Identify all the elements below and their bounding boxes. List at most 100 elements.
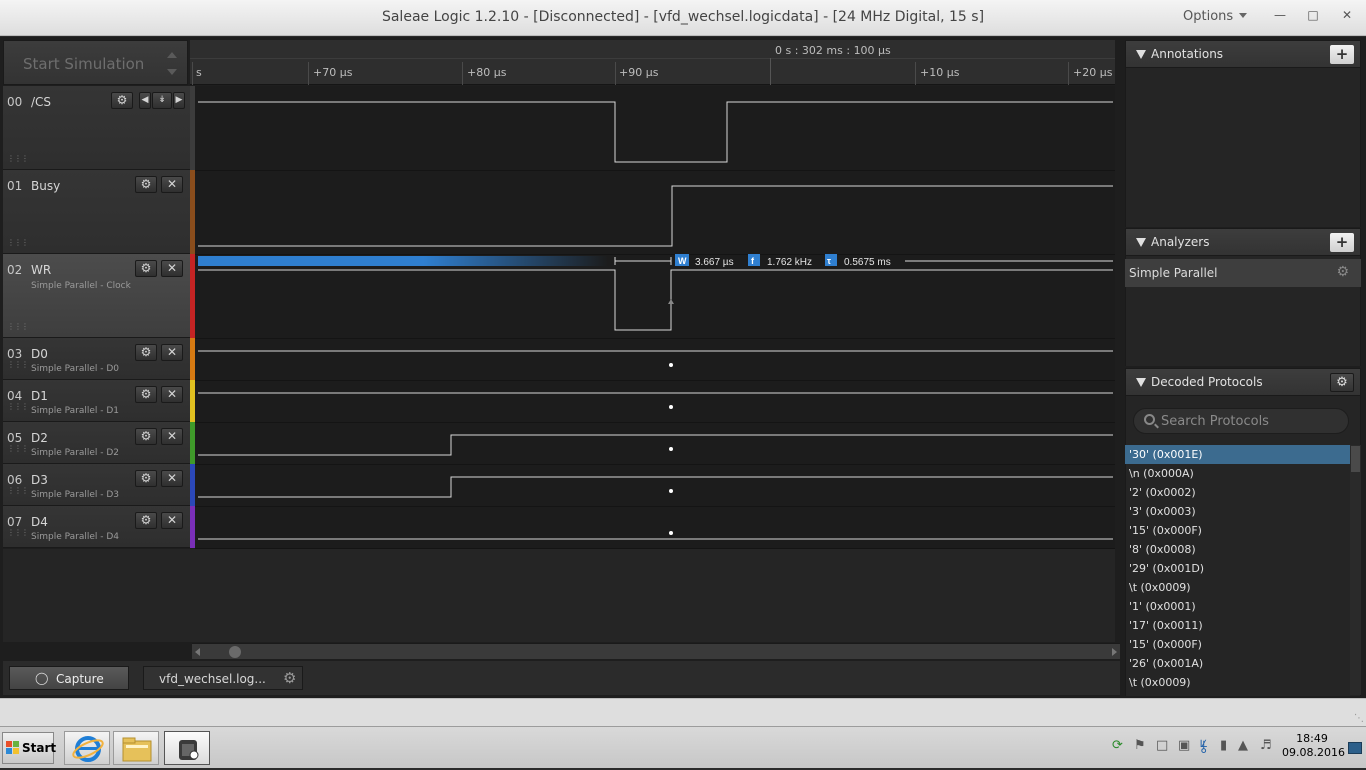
minimize-button[interactable]: —: [1265, 4, 1295, 28]
gear-icon[interactable]: ⚙: [1330, 373, 1354, 392]
gear-icon[interactable]: ⚙: [135, 176, 157, 193]
drag-handle-icon[interactable]: ⋮⋮⋮: [7, 322, 29, 331]
scroll-left-icon[interactable]: [195, 648, 200, 656]
waveform-area[interactable]: W 3.667 µs f 1.762 kHz τ 0.5675 ms: [195, 86, 1115, 592]
scroll-thumb[interactable]: [229, 646, 241, 658]
simulation-spinner[interactable]: [167, 49, 179, 77]
start-simulation-button[interactable]: Start Simulation: [3, 40, 188, 85]
list-item[interactable]: '29' (0x001D): [1125, 559, 1361, 578]
gear-icon[interactable]: ⚙: [135, 344, 157, 361]
drag-handle-icon[interactable]: ⋮⋮⋮: [7, 154, 29, 163]
channel-name[interactable]: D2: [31, 431, 48, 445]
saleae-logic-taskbar-button[interactable]: [164, 731, 210, 765]
close-icon[interactable]: ✕: [161, 260, 183, 277]
list-item[interactable]: '3' (0x0003): [1125, 502, 1361, 521]
channel-name[interactable]: WR: [31, 263, 51, 277]
channel-row-cs[interactable]: 00 /CS ⚙ ◀ ↡ ▶ ⋮⋮⋮: [3, 86, 190, 170]
list-item[interactable]: '8' (0x0008): [1125, 540, 1361, 559]
channel-name[interactable]: D4: [31, 515, 48, 529]
gear-icon[interactable]: ⚙: [135, 428, 157, 445]
close-icon[interactable]: ✕: [161, 386, 183, 403]
sync-icon[interactable]: ⟳: [1112, 738, 1123, 753]
add-analyzer-button[interactable]: +: [1330, 233, 1354, 252]
network-icon[interactable]: ▣: [1178, 738, 1190, 753]
resize-grip-icon[interactable]: ⋱: [1354, 713, 1364, 724]
channel-row-busy[interactable]: 01 Busy ⚙ ✕ ⋮⋮⋮: [3, 170, 190, 254]
channel-row-d4[interactable]: 07 D4 Simple Parallel - D4 ⚙ ✕ ⋮⋮⋮: [3, 506, 190, 548]
list-item[interactable]: '26' (0x001A): [1125, 654, 1361, 673]
list-item[interactable]: '15' (0x000F): [1125, 635, 1361, 654]
system-clock[interactable]: 18:49 09.08.2016: [1282, 732, 1345, 760]
show-desktop-button[interactable]: [1348, 742, 1362, 754]
display-icon[interactable]: □: [1156, 738, 1168, 753]
gear-icon[interactable]: ⚙: [135, 512, 157, 529]
trigger-edge-icon[interactable]: ↡: [152, 92, 172, 109]
analyzer-item-simple-parallel[interactable]: Simple Parallel ⚙: [1125, 259, 1361, 287]
channel-row-d2[interactable]: 05 D2 Simple Parallel - D2 ⚙ ✕ ⋮⋮⋮: [3, 422, 190, 464]
close-icon[interactable]: ✕: [161, 176, 183, 193]
search-protocols-input[interactable]: Search Protocols: [1133, 408, 1349, 434]
tab-capture[interactable]: ◯ Capture: [9, 666, 129, 690]
horizontal-scrollbar[interactable]: [192, 643, 1120, 659]
maximize-button[interactable]: □: [1298, 4, 1328, 28]
list-item[interactable]: '30' (0x001E): [1125, 445, 1361, 464]
gear-icon[interactable]: ⚙: [135, 386, 157, 403]
options-menu[interactable]: Options: [1183, 9, 1248, 24]
scroll-thumb[interactable]: [1351, 446, 1360, 472]
channel-row-d3[interactable]: 06 D3 Simple Parallel - D3 ⚙ ✕ ⋮⋮⋮: [3, 464, 190, 506]
close-icon[interactable]: ✕: [161, 470, 183, 487]
channel-name[interactable]: D3: [31, 473, 48, 487]
scroll-right-icon[interactable]: [1112, 648, 1117, 656]
prev-edge-icon[interactable]: ◀: [139, 92, 151, 109]
time-ruler[interactable]: 0 s : 302 ms : 100 µs s +70 µs +80 µs +9…: [190, 40, 1115, 85]
signal-icon[interactable]: ▲: [1238, 738, 1248, 753]
list-item[interactable]: \t (0x0009): [1125, 673, 1361, 692]
channel-name[interactable]: /CS: [31, 95, 51, 109]
file-explorer-icon[interactable]: [113, 731, 159, 765]
close-icon[interactable]: ✕: [161, 428, 183, 445]
gear-icon[interactable]: ⚙: [135, 260, 157, 277]
internet-explorer-icon[interactable]: [64, 731, 110, 765]
battery-icon[interactable]: ▮: [1220, 738, 1227, 753]
drag-handle-icon[interactable]: ⋮⋮⋮: [7, 528, 29, 537]
drag-handle-icon[interactable]: ⋮⋮⋮: [7, 238, 29, 247]
list-item[interactable]: '15' (0x000F): [1125, 521, 1361, 540]
decoded-protocols-header[interactable]: Decoded Protocols ⚙: [1125, 368, 1361, 396]
gear-icon[interactable]: ⚙: [135, 470, 157, 487]
bluetooth-icon[interactable]: ⯉: [1200, 738, 1208, 760]
channel-row-d1[interactable]: 04 D1 Simple Parallel - D1 ⚙ ✕ ⋮⋮⋮: [3, 380, 190, 422]
decoded-list-scrollbar[interactable]: [1350, 445, 1361, 695]
list-item[interactable]: \t (0x0009): [1125, 578, 1361, 597]
channel-row-wr[interactable]: 02 WR Simple Parallel - Clock ⚙ ✕ ⋮⋮⋮: [3, 254, 190, 338]
add-annotation-button[interactable]: +: [1330, 45, 1354, 64]
close-button[interactable]: ✕: [1332, 4, 1362, 28]
list-item[interactable]: '1' (0x0001): [1125, 597, 1361, 616]
drag-handle-icon[interactable]: ⋮⋮⋮: [7, 444, 29, 453]
collapse-triangle-icon[interactable]: [1136, 238, 1146, 247]
channel-name[interactable]: D0: [31, 347, 48, 361]
volume-icon[interactable]: ♬: [1260, 738, 1272, 753]
close-icon[interactable]: ✕: [161, 344, 183, 361]
analyzers-header[interactable]: Analyzers +: [1125, 228, 1361, 256]
drag-handle-icon[interactable]: ⋮⋮⋮: [7, 486, 29, 495]
drag-handle-icon[interactable]: ⋮⋮⋮: [7, 402, 29, 411]
tab-file[interactable]: vfd_wechsel.log... ⚙: [143, 666, 303, 690]
decoded-protocols-list[interactable]: '30' (0x001E) \n (0x000A) '2' (0x0002) '…: [1125, 445, 1361, 692]
collapse-triangle-icon[interactable]: [1136, 50, 1146, 59]
list-item[interactable]: '17' (0x0011): [1125, 616, 1361, 635]
gear-icon[interactable]: ⚙: [111, 92, 133, 109]
channel-name[interactable]: Busy: [31, 179, 60, 193]
channel-name[interactable]: D1: [31, 389, 48, 403]
gear-icon[interactable]: ⚙: [283, 669, 296, 687]
collapse-triangle-icon[interactable]: [1136, 378, 1146, 387]
flag-icon[interactable]: ⚑: [1134, 738, 1146, 753]
annotations-header[interactable]: Annotations +: [1125, 40, 1361, 68]
channel-row-d0[interactable]: 03 D0 Simple Parallel - D0 ⚙ ✕ ⋮⋮⋮: [3, 338, 190, 380]
list-item[interactable]: \n (0x000A): [1125, 464, 1361, 483]
close-icon[interactable]: ✕: [161, 512, 183, 529]
next-edge-icon[interactable]: ▶: [173, 92, 185, 109]
drag-handle-icon[interactable]: ⋮⋮⋮: [7, 360, 29, 369]
gear-icon[interactable]: ⚙: [1336, 264, 1349, 280]
list-item[interactable]: '2' (0x0002): [1125, 483, 1361, 502]
start-button[interactable]: Start: [2, 732, 56, 764]
